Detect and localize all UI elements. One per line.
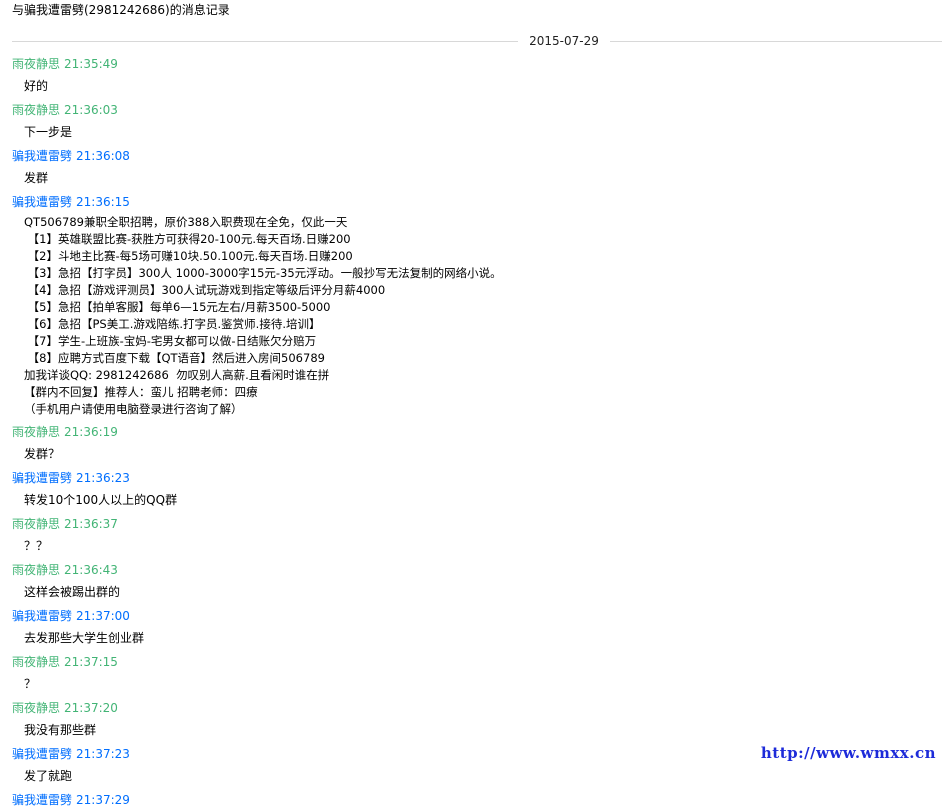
- message-time: 21:36:43: [64, 563, 118, 577]
- message-sender[interactable]: 骗我遭雷劈: [12, 471, 72, 485]
- message-text-line: 【3】急招【打字员】300人 1000-3000字15元-35元浮动。一般抄写无…: [24, 266, 502, 280]
- message-sender[interactable]: 雨夜静思: [12, 563, 60, 577]
- message-text-line: ？: [24, 677, 37, 691]
- message-header: 雨夜静思 21:36:43: [0, 560, 942, 580]
- message-text-line: 这样会被踢出群的: [24, 585, 121, 599]
- message-time: 21:36:19: [64, 425, 118, 439]
- message-text-line: 【1】英雄联盟比赛-获胜方可获得20-100元.每天百场.日赚200: [24, 232, 351, 246]
- message-sender[interactable]: 骗我遭雷劈: [12, 195, 72, 209]
- message-text-line: 去发那些大学生创业群: [24, 631, 145, 645]
- message-time: 21:37:23: [76, 747, 130, 761]
- message-time: 21:37:20: [64, 701, 118, 715]
- message-text-line: 加我详谈QQ: 2981242686 勿叹别人高薪.且看闲时谁在拼: [24, 368, 330, 382]
- message-body: ？: [0, 672, 942, 696]
- message-sender[interactable]: 骗我遭雷劈: [12, 747, 72, 761]
- message-text-line: 发群？: [24, 447, 61, 461]
- message-header: 骗我遭雷劈 21:36:23: [0, 468, 942, 488]
- message-text-line: 【8】应聘方式百度下载【QT语音】然后进入房间506789: [24, 351, 325, 365]
- message-sender[interactable]: 雨夜静思: [12, 655, 60, 669]
- message-body: 发群？: [0, 442, 942, 466]
- message-body: 我没有那些群: [0, 718, 942, 742]
- message-log[interactable]: 雨夜静思 21:35:49 好的 雨夜静思 21:36:03 下一步是 骗我遭雷劈 21:36…: [0, 52, 942, 810]
- message-body: QT506789兼职全职招聘，原价388入职费现在全免，仅此一天 【1】英雄联盟…: [0, 212, 942, 420]
- message-text-line: 下一步是: [24, 125, 73, 139]
- message-header: 雨夜静思 21:37:20: [0, 698, 942, 718]
- message-sender[interactable]: 雨夜静思: [12, 701, 60, 715]
- message-sender[interactable]: 雨夜静思: [12, 57, 60, 71]
- message-body: ？？: [0, 534, 942, 558]
- message-text-line: 【4】急招【游戏评测员】300人试玩游戏到指定等级后评分月薪4000: [24, 283, 386, 297]
- message-text-line: 好的: [24, 79, 49, 93]
- message-text-line: 【群内不回复】推荐人：蛮儿 招聘老师：四療: [24, 385, 258, 399]
- message-time: 21:37:29: [76, 793, 130, 807]
- message-text-line: 【6】急招【PS美工.游戏陪练.打字员.鉴赏师.接待.培训】: [24, 317, 321, 331]
- message-text-line: 【2】斗地主比赛-每5场可赚10块.50.100元.每天百场.日赚200: [24, 249, 353, 263]
- message-time: 21:36:03: [64, 103, 118, 117]
- message-time: 21:36:37: [64, 517, 118, 531]
- message-time: 21:36:15: [76, 195, 130, 209]
- date-separator: 2015-07-29: [0, 33, 942, 49]
- message-header: 骗我遭雷劈 21:37:29: [0, 790, 942, 810]
- message-text-line: 转发10个100人以上的QQ群: [24, 493, 178, 507]
- date-label: 2015-07-29: [529, 34, 599, 48]
- message-header: 雨夜静思 21:37:15: [0, 652, 942, 672]
- window-title: 与骗我遭雷劈(2981242686)的消息记录: [12, 3, 230, 17]
- watermark: http://www.wmxx.cn: [760, 744, 936, 762]
- message-time: 21:37:00: [76, 609, 130, 623]
- message-body: 好的: [0, 74, 942, 98]
- message-sender[interactable]: 骗我遭雷劈: [12, 149, 72, 163]
- message-text-line: 我没有那些群: [24, 723, 97, 737]
- date-divider-right: [610, 41, 942, 42]
- message-body: 去发那些大学生创业群: [0, 626, 942, 650]
- message-header: 骗我遭雷劈 21:36:15: [0, 192, 942, 212]
- message-time: 21:36:23: [76, 471, 130, 485]
- message-text-line: 【7】学生-上班族-宝妈-宅男女都可以做-日结账欠分赔万: [24, 334, 317, 348]
- message-sender[interactable]: 雨夜静思: [12, 517, 60, 531]
- message-time: 21:35:49: [64, 57, 118, 71]
- message-text-line: 【5】急招【拍单客服】每单6—15元左右/月薪3500-5000: [24, 300, 331, 314]
- message-body: 发了就跑: [0, 764, 942, 788]
- message-time: 21:37:15: [64, 655, 118, 669]
- message-text-line: 发群: [24, 171, 49, 185]
- message-sender[interactable]: 雨夜静思: [12, 103, 60, 117]
- message-sender[interactable]: 雨夜静思: [12, 425, 60, 439]
- message-body: 这样会被踢出群的: [0, 580, 942, 604]
- message-text-line: QT506789兼职全职招聘，原价388入职费现在全免，仅此一天: [24, 215, 348, 229]
- message-header: 骗我遭雷劈 21:36:08: [0, 146, 942, 166]
- date-divider-left: [12, 41, 518, 42]
- message-body: 转发10个100人以上的QQ群: [0, 488, 942, 512]
- message-text-line: 发了就跑: [24, 769, 73, 783]
- message-body: 发群: [0, 166, 942, 190]
- message-time: 21:36:08: [76, 149, 130, 163]
- message-body: 下一步是: [0, 120, 942, 144]
- message-text-line: （手机用户请使用电脑登录进行咨询了解）: [24, 402, 243, 416]
- message-header: 雨夜静思 21:36:19: [0, 422, 942, 442]
- message-header: 雨夜静思 21:36:03: [0, 100, 942, 120]
- message-header: 雨夜静思 21:36:37: [0, 514, 942, 534]
- message-text-line: ？？: [24, 539, 49, 553]
- message-header: 骗我遭雷劈 21:37:00: [0, 606, 942, 626]
- message-sender[interactable]: 骗我遭雷劈: [12, 609, 72, 623]
- message-header: 雨夜静思 21:35:49: [0, 54, 942, 74]
- message-sender[interactable]: 骗我遭雷劈: [12, 793, 72, 807]
